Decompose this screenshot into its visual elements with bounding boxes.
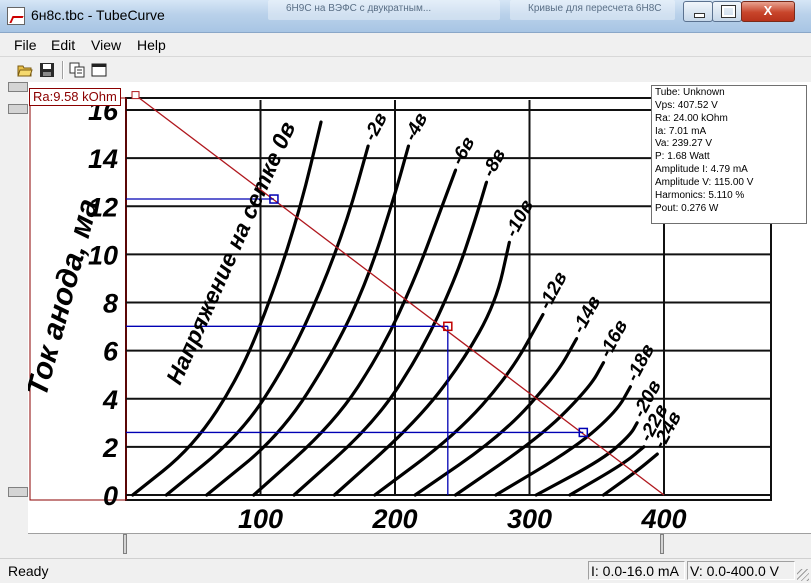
info-amplitude-v: Amplitude V: 115.00 V [655, 176, 754, 188]
ruler-right-marker[interactable] [660, 534, 664, 554]
info-va: Va: 239.27 V [655, 138, 713, 150]
info-power: P: 1.68 Watt [655, 151, 710, 163]
y-tick-label: 4 [102, 385, 118, 415]
x-tick-label: 400 [640, 504, 686, 533]
status-voltage-range: V: 0.0-400.0 V [687, 561, 795, 580]
info-tube: Tube: Unknown [655, 87, 725, 98]
vertical-ruler[interactable] [8, 82, 29, 552]
background-tab-label: Кривые для пересчета 6Н8С [528, 3, 662, 14]
y-tick-label: 2 [102, 433, 118, 463]
menu-bar: File Edit View Help [0, 33, 811, 56]
y-tick-label: 8 [103, 289, 118, 319]
status-bar: Ready I: 0.0-16.0 mA V: 0.0-400.0 V [0, 558, 811, 583]
app-icon [7, 7, 25, 25]
ruler-top-marker[interactable] [8, 82, 28, 92]
menu-edit[interactable]: Edit [51, 37, 75, 53]
toolbar [0, 56, 811, 83]
menu-view[interactable]: View [91, 37, 121, 53]
x-tick-label: 300 [507, 504, 552, 533]
menu-help[interactable]: Help [137, 37, 166, 53]
info-ia: Ia: 7.01 mA [655, 125, 707, 137]
y-axis-label: Ток анода, ма [28, 195, 105, 400]
info-ra: Ra: 24.00 kOhm [655, 112, 728, 124]
info-amplitude-i: Amplitude I: 4.79 mA [655, 164, 748, 176]
y-tick-label: 6 [103, 337, 119, 367]
window-title: 6н8с.tbc - TubeCurve [31, 7, 165, 23]
close-button[interactable]: X [741, 1, 795, 22]
resize-grip[interactable] [797, 569, 809, 581]
horizontal-ruler[interactable] [28, 533, 811, 554]
background-tab-label: 6Н9С на ВЭФС с двукратным... [286, 3, 432, 14]
status-current-range: I: 0.0-16.0 mA [588, 561, 685, 580]
info-panel: Tube: Unknown Vps: 407.52 V Ra: 24.00 kO… [651, 85, 807, 224]
copy-icon[interactable] [69, 62, 85, 78]
maximize-icon [721, 5, 736, 18]
minimize-button[interactable] [683, 1, 713, 22]
background-tab[interactable]: 6Н9С на ВЭФС с двукратным... [268, 0, 500, 20]
y-tick-label: 14 [88, 144, 118, 174]
ruler-min-marker[interactable] [8, 487, 28, 497]
info-pout: Pout: 0.276 W [655, 202, 719, 214]
load-line-handle [131, 91, 140, 100]
info-vps: Vps: 407.52 V [655, 99, 718, 111]
x-tick-label: 100 [238, 504, 283, 533]
menu-file[interactable]: File [14, 37, 37, 53]
ruler-max-marker[interactable] [8, 104, 28, 114]
save-disk-icon[interactable] [39, 62, 55, 78]
minimize-icon [694, 13, 705, 18]
load-line-label: Ra:9.58 kOhm [29, 88, 121, 106]
close-icon: X [763, 3, 773, 18]
x-tick-label: 200 [371, 504, 417, 533]
toolbar-separator [62, 61, 64, 79]
title-bar[interactable]: 6н8с.tbc - TubeCurve 6Н9С на ВЭФС с двук… [0, 0, 811, 33]
y-tick-label: 0 [103, 481, 118, 511]
window-icon[interactable] [91, 62, 107, 78]
maximize-button[interactable] [712, 1, 742, 22]
info-harmonics: Harmonics: 5.110 % [655, 189, 745, 201]
status-ready: Ready [8, 563, 49, 579]
open-folder-icon[interactable] [17, 62, 33, 78]
background-tab[interactable]: Кривые для пересчета 6Н8С [510, 0, 675, 20]
ruler-left-marker[interactable] [123, 534, 127, 554]
